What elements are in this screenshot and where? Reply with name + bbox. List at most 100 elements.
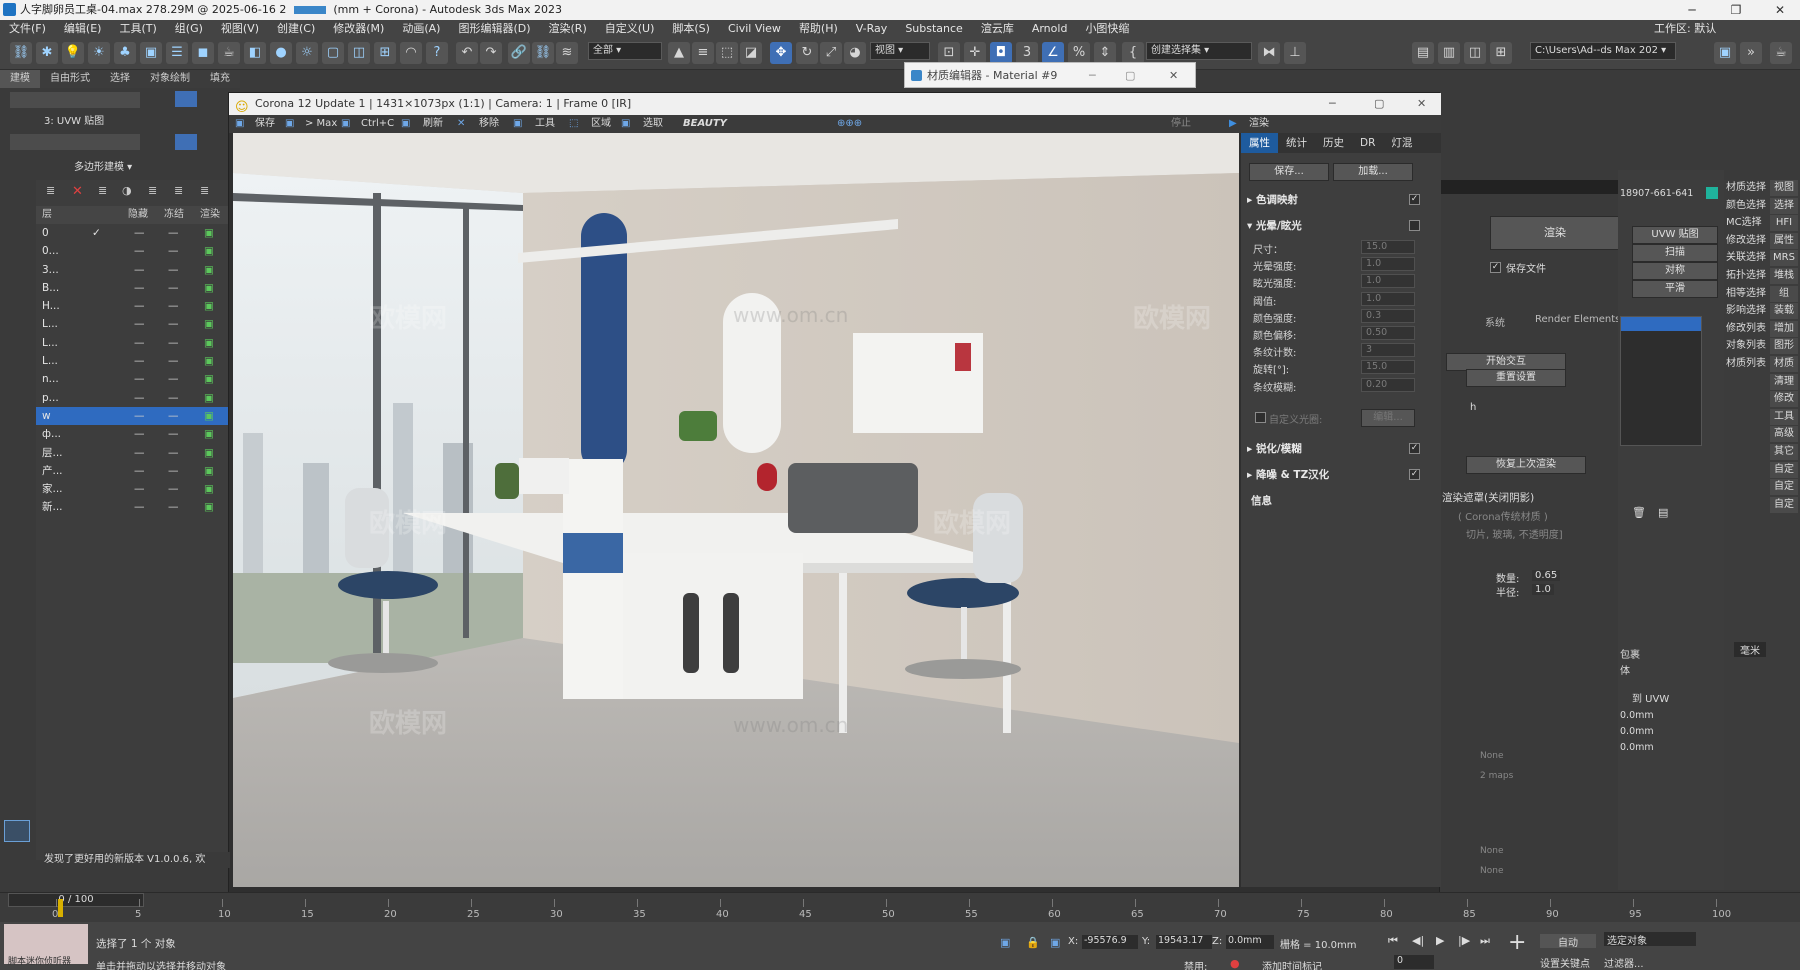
layer-stack-icon[interactable]: ≣ <box>46 184 55 197</box>
update-notice[interactable]: 发现了更好用的新版本 V1.0.0.6, 欢 <box>44 852 230 868</box>
pick-icon[interactable]: ▣ <box>621 115 630 133</box>
col-name[interactable]: 层 <box>42 206 52 224</box>
dome-icon[interactable]: ◠ <box>400 42 422 64</box>
bloom-param-value[interactable]: 0.3 <box>1361 308 1415 323</box>
viewport-thumb-icon[interactable] <box>4 820 30 842</box>
teapot-icon[interactable]: ☕ <box>218 42 240 64</box>
workspace-label[interactable]: 工作区: 默认 <box>1645 20 1725 38</box>
layer-hide-toggle[interactable]: — <box>134 444 145 462</box>
menu-arnold[interactable]: Arnold <box>1023 20 1077 38</box>
bloom-param-value[interactable]: 15.0 <box>1361 360 1415 375</box>
vfb-save[interactable]: 保存 <box>255 115 275 133</box>
x-coord-field[interactable]: -95576.9 <box>1082 935 1138 949</box>
goto-end-icon[interactable]: ⏭ <box>1480 934 1490 948</box>
layer-row[interactable]: 层... — — ▣ <box>36 444 232 462</box>
plugin-command-row[interactable]: 材质选择 视图 <box>1726 180 1798 196</box>
smooth-button[interactable]: 平滑 <box>1632 280 1718 298</box>
menu-thumbnail[interactable]: 小图快缩 <box>1076 20 1138 38</box>
radius-field[interactable]: 1.0 <box>1532 584 1554 595</box>
layer-hide-toggle[interactable]: — <box>134 498 145 516</box>
layer-render-icon[interactable]: ▣ <box>204 498 214 516</box>
render-setup-icon[interactable]: ▣ <box>1714 42 1736 64</box>
layer-hide-toggle[interactable]: — <box>134 224 145 242</box>
select-by-name-icon[interactable]: ≡ <box>692 42 714 64</box>
denoise-checkbox[interactable]: ✓ <box>1409 469 1420 480</box>
selection-filter-combo[interactable]: 全部 ▾ <box>588 42 662 60</box>
camera-frame-icon[interactable]: ◫ <box>348 42 370 64</box>
layer-render-icon[interactable]: ▣ <box>204 407 214 425</box>
vfb-stop[interactable]: 停止 <box>1171 115 1191 133</box>
layer-freeze-toggle[interactable]: — <box>168 297 179 315</box>
frame-icon[interactable]: ▢ <box>322 42 344 64</box>
layer-props-icon[interactable]: ◑ <box>122 184 132 197</box>
bloom-checkbox[interactable] <box>1409 220 1420 231</box>
menu-civil-view[interactable]: Civil View <box>719 20 790 38</box>
layer-freeze-toggle[interactable]: — <box>168 425 179 443</box>
menu-group[interactable]: 组(G) <box>166 20 212 38</box>
unit-combo[interactable]: 毫米 <box>1734 642 1766 657</box>
map-none-3[interactable]: None <box>1480 866 1503 876</box>
minimize-button[interactable]: ─ <box>1672 0 1712 20</box>
layer-freeze-toggle[interactable]: — <box>168 352 179 370</box>
selected-object-combo[interactable]: 选定对象 <box>1604 932 1696 947</box>
plugin-command-b[interactable]: 自定 <box>1770 461 1798 478</box>
layer-find-icon[interactable]: ≣ <box>174 184 183 197</box>
menu-substance[interactable]: Substance <box>896 20 972 38</box>
vfb-refresh[interactable]: 刷新 <box>423 115 443 133</box>
layer-render-icon[interactable]: ▣ <box>204 297 214 315</box>
tab-stats[interactable]: 统计 <box>1278 133 1315 153</box>
layer-row[interactable]: 0 ✓ — — ▣ <box>36 224 232 242</box>
plugin-command-row[interactable]: 修改 <box>1726 391 1798 408</box>
tab-object-paint[interactable]: 对象绘制 <box>140 70 200 88</box>
bulb-icon[interactable]: ☼ <box>296 42 318 64</box>
layer-hide-toggle[interactable]: — <box>134 261 145 279</box>
angle-snap-icon[interactable]: ∠ <box>1042 42 1064 64</box>
layer-render-icon[interactable]: ▣ <box>204 352 214 370</box>
menu-xuanyun[interactable]: 渲云库 <box>972 20 1023 38</box>
layer-sort-icon[interactable]: ≣ <box>148 184 157 197</box>
layer-hide-toggle[interactable]: — <box>134 352 145 370</box>
menu-graph-editors[interactable]: 图形编辑器(D) <box>449 20 539 38</box>
time-cursor[interactable] <box>58 899 63 917</box>
menu-tools[interactable]: 工具(T) <box>110 20 165 38</box>
isolate-icon[interactable]: ▣ <box>1000 936 1010 949</box>
plugin-command-row[interactable]: 高级 <box>1726 426 1798 443</box>
window-crossing-icon[interactable]: ◪ <box>740 42 762 64</box>
goto-start-icon[interactable]: ⏮ <box>1388 934 1398 948</box>
vfb-close-icon[interactable]: ✕ <box>1417 93 1426 115</box>
tools-icon[interactable]: ▣ <box>513 115 522 133</box>
map-none-1[interactable]: None <box>1480 751 1503 761</box>
plugin-command-row[interactable]: 其它 <box>1726 444 1798 460</box>
schematic-icon[interactable]: ⊞ <box>1490 42 1512 64</box>
bloom-param-value[interactable]: 0.50 <box>1361 326 1415 340</box>
chain-link-icon[interactable]: 🔗 <box>508 42 530 64</box>
align-icon[interactable]: ⊥ <box>1284 42 1306 64</box>
tab-freeform[interactable]: 自由形式 <box>40 70 100 88</box>
copy-icon[interactable]: ▣ <box>341 115 350 133</box>
layer-hide-toggle[interactable]: — <box>134 297 145 315</box>
edit-named-sel-icon[interactable]: { <box>1122 42 1144 64</box>
vfb-copy[interactable]: Ctrl+C <box>361 115 394 133</box>
layer-freeze-toggle[interactable]: — <box>168 334 179 352</box>
col-freeze[interactable]: 冻结 <box>164 206 184 224</box>
grid-icon[interactable]: ⊞ <box>374 42 396 64</box>
plugin-command-row[interactable]: 颜色选择 选择 <box>1726 197 1798 214</box>
layer-freeze-toggle[interactable]: — <box>168 224 179 242</box>
tab-populate[interactable]: 填充 <box>200 70 240 88</box>
bloom-param-value[interactable]: 1.0 <box>1361 291 1415 306</box>
tab-history[interactable]: 历史 <box>1315 133 1352 153</box>
layer-hide-toggle[interactable]: — <box>134 242 145 260</box>
plugin-command-row[interactable]: 修改列表 增加 <box>1726 320 1798 337</box>
tree-icon[interactable]: ♣ <box>114 42 136 64</box>
plugin-command-b[interactable]: MRS <box>1770 250 1798 267</box>
menu-create[interactable]: 创建(C) <box>268 20 324 38</box>
menu-edit[interactable]: 编辑(E) <box>55 20 111 38</box>
lock-icon[interactable]: 🔒 <box>1026 936 1040 949</box>
plugin-command-b[interactable]: 选择 <box>1770 197 1798 214</box>
layer-row[interactable]: 家... — — ▣ <box>36 480 232 498</box>
redo-icon[interactable]: ↷ <box>480 42 502 64</box>
tab-dr[interactable]: DR <box>1352 133 1383 153</box>
link-icon[interactable]: ⛓ <box>10 42 32 64</box>
project-path-combo[interactable]: C:\Users\Ad--ds Max 202 ▾ <box>1530 42 1676 60</box>
layer-freeze-toggle[interactable]: — <box>168 389 179 407</box>
